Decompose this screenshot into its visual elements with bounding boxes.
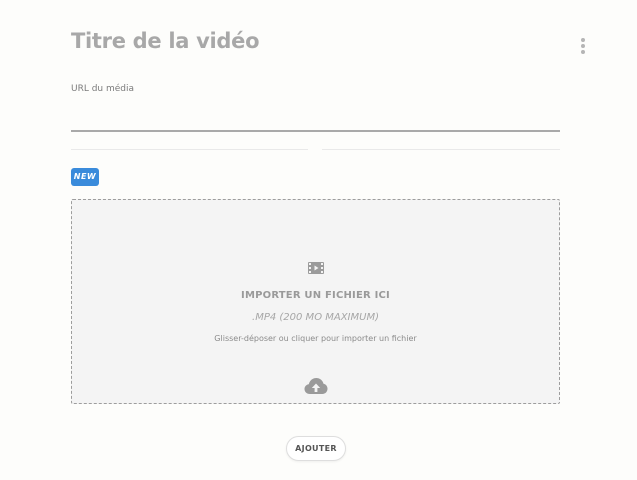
add-button[interactable]: AJOUTER xyxy=(286,436,346,461)
url-input[interactable] xyxy=(71,100,560,132)
dropzone-title: IMPORTER UN FICHIER ICI xyxy=(241,290,390,301)
divider-left xyxy=(71,149,308,150)
cloud-upload-icon xyxy=(304,378,328,394)
dropzone-hint: Glisser-déposer ou cliquer pour importer… xyxy=(214,334,417,343)
file-dropzone[interactable]: IMPORTER UN FICHIER ICI .MP4 (200 MO MAX… xyxy=(71,199,560,404)
film-icon xyxy=(308,262,324,274)
more-vertical-icon[interactable] xyxy=(576,36,590,56)
dropzone-format: .MP4 (200 MO MAXIMUM) xyxy=(252,312,379,323)
divider-right xyxy=(322,149,560,150)
page-title: Titre de la vidéo xyxy=(71,29,260,53)
url-field-label: URL du média xyxy=(71,84,135,94)
new-badge: NEW xyxy=(71,168,99,186)
